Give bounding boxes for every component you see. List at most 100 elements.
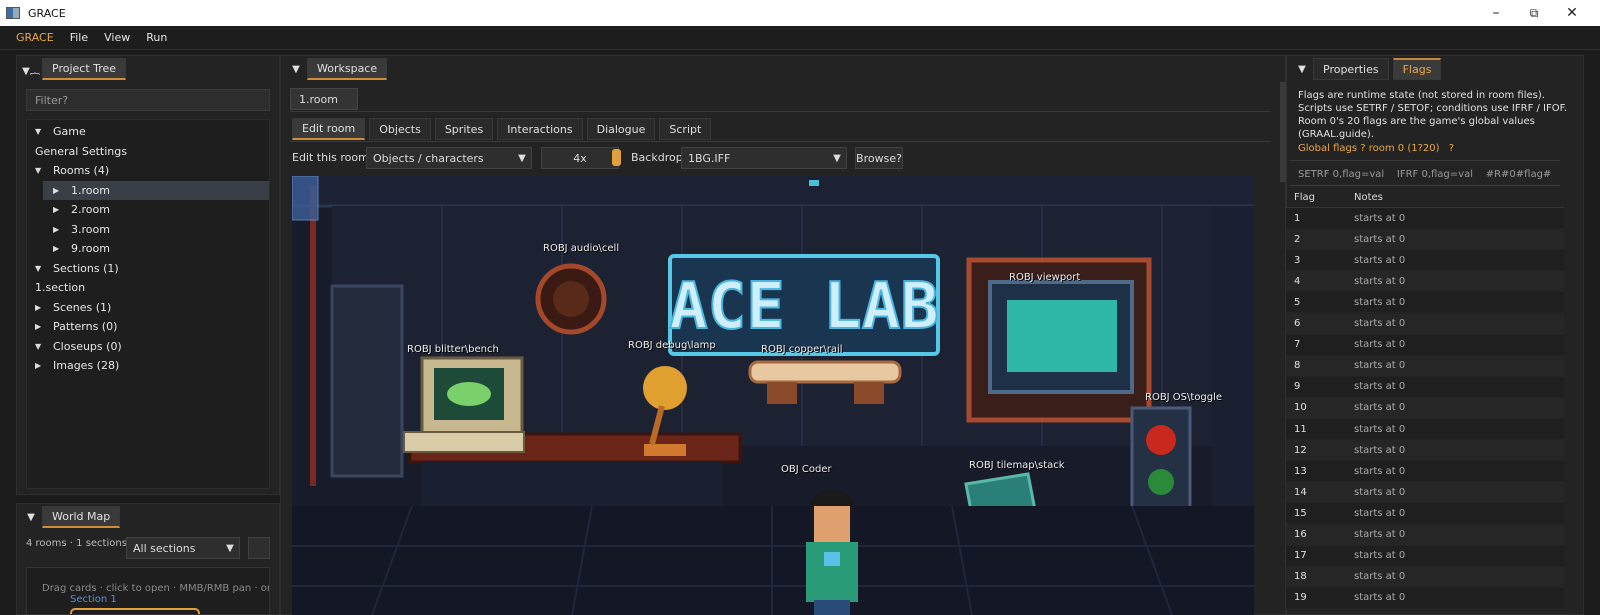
subtab-interactions[interactable]: Interactions <box>497 118 583 140</box>
flag-note[interactable]: starts at 0 <box>1346 339 1405 350</box>
flag-note[interactable]: starts at 0 <box>1346 508 1405 519</box>
expand-right-icon[interactable]: ▶ <box>35 322 47 331</box>
flag-note[interactable]: starts at 0 <box>1346 234 1405 245</box>
flag-row[interactable]: 2 starts at 0 <box>1286 229 1564 251</box>
flag-note[interactable]: starts at 0 <box>1346 381 1405 392</box>
flag-note[interactable]: starts at 0 <box>1346 550 1405 561</box>
flag-note[interactable]: starts at 0 <box>1346 318 1405 329</box>
subtab-dialogue[interactable]: Dialogue <box>586 118 656 140</box>
flag-note[interactable]: starts at 0 <box>1346 213 1405 224</box>
tree-item[interactable]: 1.section <box>27 278 269 297</box>
layer-select[interactable]: Objects / characters ▼ <box>366 147 532 169</box>
object-label[interactable]: ROBJ blitter\bench <box>407 344 499 355</box>
tree-item[interactable]: ▶ 9.room <box>27 239 269 258</box>
tree-item[interactable]: ▶ Patterns (0) <box>27 317 269 336</box>
browse-button[interactable]: Browse? <box>855 147 903 169</box>
expand-right-icon[interactable]: ▶ <box>53 225 65 234</box>
flag-note[interactable]: starts at 0 <box>1346 445 1405 456</box>
zoom-field[interactable]: 4x <box>541 147 619 169</box>
tree-item[interactable]: ▼ Game <box>27 122 269 141</box>
flag-note[interactable]: starts at 0 <box>1346 276 1405 287</box>
expand-right-icon[interactable]: ▶ <box>35 361 47 370</box>
restore-icon[interactable]: ⧉ <box>1516 0 1552 26</box>
expand-down-icon[interactable]: ▼ <box>35 264 47 273</box>
menu-brand[interactable]: GRACE <box>8 31 62 44</box>
flag-note[interactable]: starts at 0 <box>1346 255 1405 266</box>
menu-file[interactable]: File <box>62 31 96 44</box>
flag-row[interactable]: 3 starts at 0 <box>1286 250 1564 272</box>
flag-row[interactable]: 6 starts at 0 <box>1286 313 1564 335</box>
subtab-script[interactable]: Script <box>659 118 712 140</box>
scrollbar[interactable] <box>1280 82 1286 182</box>
tree-item[interactable]: ▶ Images (28) <box>27 356 269 375</box>
expand-right-icon[interactable]: ▶ <box>35 303 47 312</box>
flag-note[interactable]: starts at 0 <box>1346 571 1405 582</box>
zoom-slider-handle[interactable] <box>612 149 621 166</box>
flag-row[interactable]: 10 starts at 0 <box>1286 397 1564 419</box>
subtab-sprites[interactable]: Sprites <box>434 118 494 140</box>
menu-view[interactable]: View <box>96 31 138 44</box>
dock-menu-icon[interactable]: ▼︷ <box>20 58 42 80</box>
flag-row[interactable]: 15 starts at 0 <box>1286 503 1564 525</box>
world-map-canvas[interactable]: Drag cards · click to open · MMB/RMB pan… <box>26 567 270 615</box>
help-icon[interactable]: ? <box>1449 143 1454 154</box>
object-label[interactable]: ROBJ viewport <box>1009 272 1080 283</box>
object-label[interactable]: OBJ Coder <box>781 464 832 475</box>
expand-down-icon[interactable]: ▼ <box>35 342 47 351</box>
object-label[interactable]: ROBJ copper\rail <box>761 344 843 355</box>
flag-row[interactable]: 13 starts at 0 <box>1286 461 1564 483</box>
flag-note[interactable]: starts at 0 <box>1346 592 1405 603</box>
tree-item[interactable]: ▶ Scenes (1) <box>27 298 269 317</box>
object-label[interactable]: ROBJ debug\lamp <box>628 340 716 351</box>
tab-flags[interactable]: Flags <box>1392 58 1442 80</box>
object-label[interactable]: ROBJ audio\cell <box>543 243 619 254</box>
tree-item[interactable]: ▶ 1.room <box>43 180 269 200</box>
flag-row[interactable]: 17 starts at 0 <box>1286 545 1564 567</box>
expand-down-icon[interactable]: ▼ <box>35 127 47 136</box>
flag-note[interactable]: starts at 0 <box>1346 297 1405 308</box>
dock-menu-icon[interactable]: ▼ <box>285 58 307 80</box>
subtab-edit-room[interactable]: Edit room <box>292 118 366 140</box>
expand-right-icon[interactable]: ▶ <box>53 205 65 214</box>
room-card[interactable] <box>70 608 200 614</box>
minimize-icon[interactable]: – <box>1478 0 1514 26</box>
flag-row[interactable]: 16 starts at 0 <box>1286 524 1564 546</box>
dock-menu-icon[interactable]: ▼ <box>1291 58 1313 80</box>
flag-note[interactable]: starts at 0 <box>1346 466 1405 477</box>
tree-item[interactable]: ▼ Rooms (4) <box>27 161 269 180</box>
flag-note[interactable]: starts at 0 <box>1346 424 1405 435</box>
tree-item[interactable]: ▶ 2.room <box>27 200 269 219</box>
object-label[interactable]: ROBJ tilemap\stack <box>969 460 1065 471</box>
filter-input[interactable]: Filter? <box>26 89 270 111</box>
tree-item[interactable]: ▶ 3.room <box>27 220 269 239</box>
expand-right-icon[interactable]: ▶ <box>53 186 65 195</box>
room-canvas[interactable]: ACE LAB ROBJ audio\cell ROBJ viewport RO… <box>292 176 1254 615</box>
flag-row[interactable]: 9 starts at 0 <box>1286 376 1564 398</box>
dock-menu-icon[interactable]: ▼ <box>20 506 42 528</box>
flag-row[interactable]: 5 starts at 0 <box>1286 292 1564 314</box>
flag-note[interactable]: starts at 0 <box>1346 360 1405 371</box>
backdrop-select[interactable]: 1BG.IFF ▼ <box>681 147 847 169</box>
tab-properties[interactable]: Properties <box>1313 58 1389 80</box>
flag-row[interactable]: 12 starts at 0 <box>1286 440 1564 462</box>
world-map-action-button[interactable] <box>248 537 270 559</box>
tab-world-map[interactable]: World Map <box>42 506 121 528</box>
flag-row[interactable]: 1 starts at 0 <box>1286 208 1564 229</box>
tree-item[interactable]: ▼ Closeups (0) <box>27 337 269 356</box>
expand-right-icon[interactable]: ▶ <box>53 244 65 253</box>
flag-row[interactable]: 18 starts at 0 <box>1286 566 1564 588</box>
object-label[interactable]: ROBJ OS\toggle <box>1145 392 1222 403</box>
tree-item[interactable]: General Settings <box>27 142 269 161</box>
menu-run[interactable]: Run <box>138 31 175 44</box>
subtab-objects[interactable]: Objects <box>369 118 431 140</box>
expand-down-icon[interactable]: ▼ <box>35 166 47 175</box>
tree-item[interactable]: ▼ Sections (1) <box>27 259 269 278</box>
flag-note[interactable]: starts at 0 <box>1346 402 1405 413</box>
tab-project-tree[interactable]: Project Tree <box>42 58 127 80</box>
flag-row[interactable]: 7 starts at 0 <box>1286 334 1564 356</box>
close-icon[interactable]: ✕ <box>1554 0 1590 26</box>
flag-note[interactable]: starts at 0 <box>1346 529 1405 540</box>
flag-row[interactable]: 14 starts at 0 <box>1286 482 1564 504</box>
flag-row[interactable]: 19 starts at 0 <box>1286 587 1564 609</box>
section-filter-select[interactable]: All sections ▼ <box>126 537 240 559</box>
